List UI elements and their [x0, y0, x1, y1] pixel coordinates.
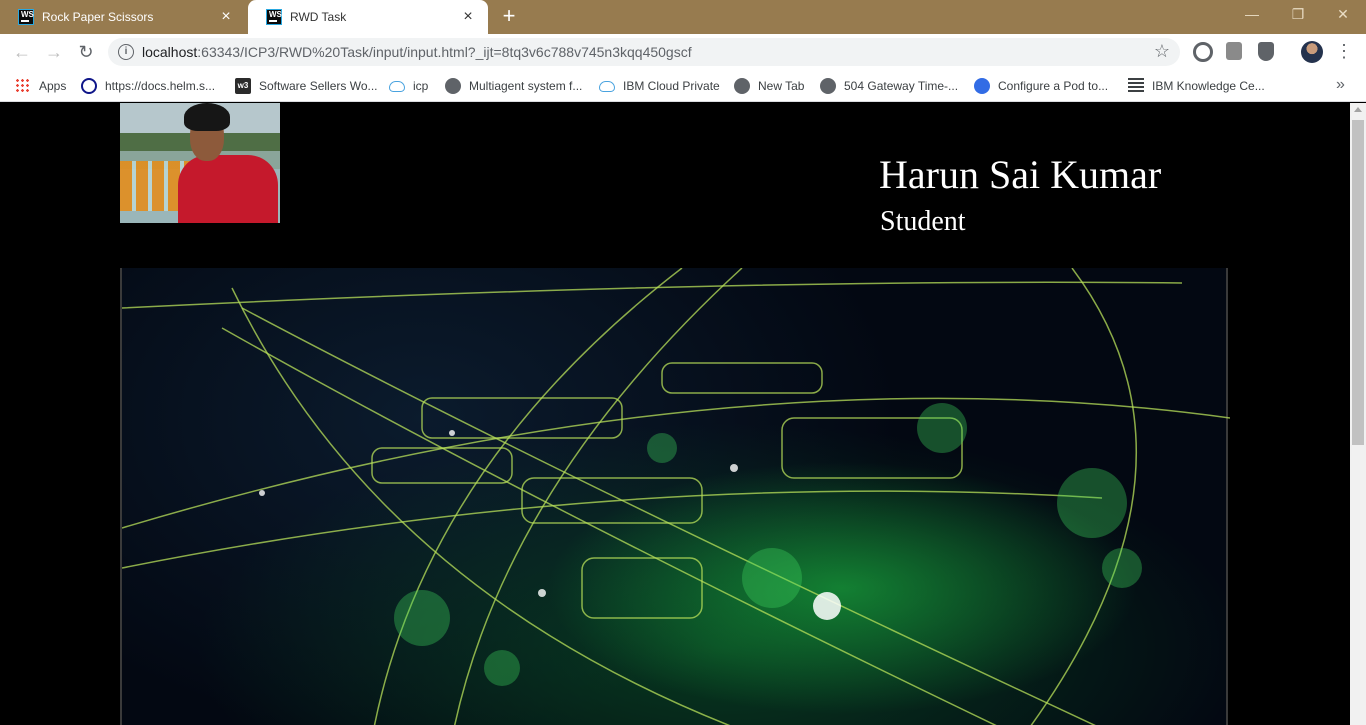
tab-title: Rock Paper Scissors [42, 10, 154, 24]
apps-grid-icon [15, 78, 31, 94]
bookmark-label: 504 Gateway Time-... [844, 79, 959, 93]
profile-avatar[interactable] [1301, 41, 1323, 63]
profile-name: Harun Sai Kumar [879, 152, 1162, 197]
webstorm-icon: WS [18, 9, 34, 25]
kubernetes-icon [974, 78, 990, 94]
scrollbar-thumb[interactable] [1352, 120, 1364, 445]
browser-toolbar: ← → ↻ i localhost:63343/ICP3/RWD%20Task/… [0, 34, 1366, 70]
bookmark-configure-pod[interactable]: Configure a Pod to... [974, 77, 1108, 95]
extension-icon[interactable] [1226, 42, 1242, 60]
bookmark-helm-docs[interactable]: https://docs.helm.s... [81, 77, 215, 95]
bookmark-label: Configure a Pod to... [998, 79, 1109, 93]
bookmarks-overflow-button[interactable]: » [1336, 76, 1345, 94]
tab-rwd-task[interactable]: WS RWD Task × [248, 0, 488, 34]
cloud-icon [389, 80, 405, 92]
bookmark-504-gateway[interactable]: 504 Gateway Time-... [820, 77, 958, 95]
close-tab-icon[interactable]: × [460, 9, 476, 25]
minimize-button[interactable]: — [1229, 0, 1275, 30]
bookmark-new-tab[interactable]: New Tab [734, 77, 804, 95]
helm-icon [81, 78, 97, 94]
forward-button[interactable]: → [42, 41, 66, 63]
profile-photo [120, 103, 280, 223]
ibm-icon [1128, 78, 1144, 94]
hero-image [120, 268, 1230, 725]
reload-button[interactable]: ↻ [74, 41, 98, 63]
bookmarks-bar: Apps https://docs.helm.s... w3 Software S… [0, 70, 1366, 102]
bookmark-label: IBM Cloud Private [623, 79, 720, 93]
bookmark-multiagent[interactable]: Multiagent system f... [445, 77, 582, 95]
bookmark-ibm-knowledge[interactable]: IBM Knowledge Ce... [1128, 77, 1265, 95]
bookmark-label: IBM Knowledge Ce... [1152, 79, 1265, 93]
w3-icon: w3 [235, 78, 251, 94]
maximize-button[interactable]: ❐ [1275, 0, 1321, 30]
url-host: localhost [142, 44, 198, 60]
bookmark-ibm-cloud-private[interactable]: IBM Cloud Private [599, 77, 720, 95]
profile-role: Student [880, 206, 966, 237]
browser-menu-icon[interactable]: ⋮ [1334, 41, 1354, 63]
new-tab-button[interactable]: + [498, 5, 520, 27]
webstorm-icon: WS [266, 9, 282, 25]
globe-icon [820, 78, 836, 94]
bookmark-label: https://docs.helm.s... [105, 79, 216, 93]
globe-icon [734, 78, 750, 94]
bookmark-label: Software Sellers Wo... [259, 79, 378, 93]
globe-icon [445, 78, 461, 94]
page-viewport: Harun Sai Kumar Student [0, 103, 1350, 725]
tab-rock-paper-scissors[interactable]: WS Rock Paper Scissors × [0, 0, 246, 34]
bookmark-label: New Tab [758, 79, 805, 93]
tab-title: RWD Task [290, 10, 347, 24]
page-scrollbar[interactable] [1350, 103, 1366, 725]
bookmark-label: Apps [39, 79, 67, 93]
site-info-icon[interactable]: i [118, 44, 134, 60]
url-text[interactable]: localhost:63343/ICP3/RWD%20Task/input/in… [142, 44, 692, 60]
hero-artwork [122, 268, 1230, 725]
cloud-icon [599, 80, 615, 92]
bookmark-icp[interactable]: icp [389, 77, 428, 95]
close-tab-icon[interactable]: × [218, 9, 234, 25]
tab-strip: WS Rock Paper Scissors × WS RWD Task × +… [0, 0, 1366, 34]
extension-icon[interactable] [1193, 42, 1213, 62]
bookmark-label: icp [413, 79, 429, 93]
bookmark-software-sellers[interactable]: w3 Software Sellers Wo... [235, 77, 378, 95]
url-path: :63343/ICP3/RWD%20Task/input/input.html?… [197, 44, 692, 60]
bookmark-label: Multiagent system f... [469, 79, 583, 93]
back-button[interactable]: ← [10, 41, 34, 63]
scroll-up-arrow-icon[interactable] [1354, 107, 1362, 112]
shield-extension-icon[interactable] [1258, 42, 1274, 61]
address-bar[interactable]: i localhost:63343/ICP3/RWD%20Task/input/… [108, 38, 1180, 66]
close-window-button[interactable]: ✕ [1320, 0, 1366, 30]
bookmark-star-icon[interactable]: ☆ [1154, 41, 1170, 62]
bookmark-apps[interactable]: Apps [15, 77, 66, 95]
